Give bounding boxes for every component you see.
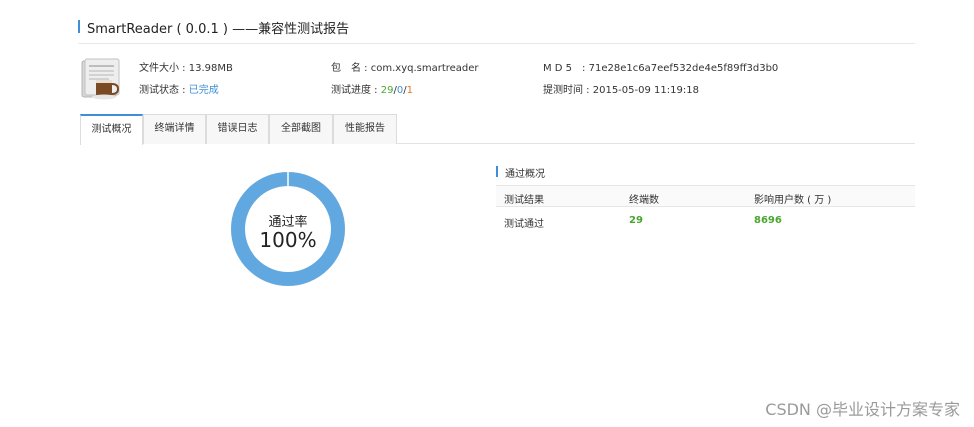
table-header-row: 测试结果 终端数 影响用户数 ( 万 ) — [496, 185, 915, 207]
summary-title: 通过概况 — [505, 169, 545, 180]
cell-test-result: 测试通过 — [504, 219, 544, 230]
header-test-result: 测试结果 — [504, 195, 544, 206]
package-label: 包 名 : — [331, 63, 371, 74]
cell-affected-users: 8696 — [754, 215, 782, 226]
progress-passed-count: 29 — [380, 85, 394, 96]
tab-performance-report[interactable]: 性能报告 — [333, 114, 397, 144]
test-status-label: 测试状态 : — [139, 85, 189, 96]
app-icon — [81, 58, 120, 100]
section-accent-bar — [496, 166, 498, 177]
report-tabs: 测试概况 终端详情 错误日志 全部截图 性能报告 — [80, 114, 915, 145]
cell-device-count: 29 — [629, 215, 643, 226]
file-size-value: 13.98MB — [188, 63, 233, 74]
submit-time-label: 提测时间 : — [543, 85, 593, 96]
header-device-count: 终端数 — [629, 195, 659, 206]
table-row: 测试通过 29 8696 — [496, 207, 915, 235]
test-progress-info: 测试进度 : 29/0/1 — [331, 84, 413, 98]
tab-test-overview[interactable]: 测试概况 — [80, 114, 143, 145]
progress-total-count: 1 — [406, 85, 413, 96]
package-value: com.xyq.smartreader — [370, 63, 479, 74]
tab-all-screenshots[interactable]: 全部截图 — [269, 114, 333, 144]
pass-rate-value: 100% — [259, 228, 317, 252]
md5-value: 71e28e1c6a7eef532de4e5f89ff3d3b0 — [588, 63, 779, 74]
md5-label: M D 5 : — [543, 63, 589, 74]
file-size-info: 文件大小 : 13.98MB — [139, 62, 233, 76]
tab-error-log[interactable]: 错误日志 — [206, 114, 269, 144]
tab-device-details[interactable]: 终端详情 — [143, 114, 206, 144]
md5-info: M D 5 : 71e28e1c6a7eef532de4e5f89ff3d3b0 — [543, 62, 778, 76]
page-title: SmartReader ( 0.0.1 ) ——兼容性测试报告 — [87, 22, 350, 37]
title-accent-bar — [78, 20, 80, 33]
submit-time-info: 提测时间 : 2015-05-09 11:19:18 — [543, 84, 699, 98]
package-info: 包 名 : com.xyq.smartreader — [331, 62, 479, 76]
header-affected-users: 影响用户数 ( 万 ) — [754, 195, 832, 206]
test-status-info: 测试状态 : 已完成 — [139, 84, 219, 98]
test-progress-label: 测试进度 : — [331, 85, 381, 96]
report-title-bar: SmartReader ( 0.0.1 ) ——兼容性测试报告 — [78, 17, 915, 44]
test-status-value: 已完成 — [188, 85, 219, 96]
file-size-label: 文件大小 : — [139, 63, 189, 74]
submit-time-value: 2015-05-09 11:19:18 — [592, 85, 699, 96]
watermark-text: CSDN @毕业设计方案专家 — [765, 400, 960, 419]
